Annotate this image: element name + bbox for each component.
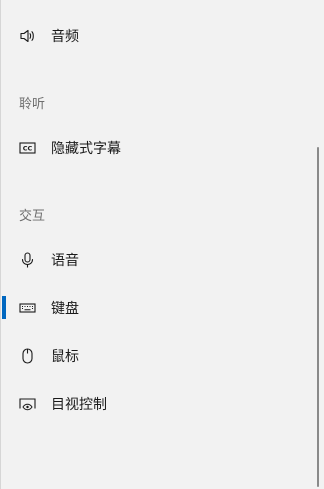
- nav-item-keyboard[interactable]: 键盘: [2, 286, 320, 330]
- section-header-listening: 聆听: [19, 97, 46, 112]
- section-header-interaction: 交互: [19, 209, 46, 224]
- nav-item-eye-control[interactable]: 目视控制: [2, 382, 320, 426]
- closed-captions-icon: CC: [19, 140, 36, 157]
- nav-item-audio[interactable]: 音频: [2, 14, 320, 58]
- nav-item-mouse[interactable]: 鼠标: [2, 334, 320, 378]
- speaker-icon: [19, 28, 36, 45]
- scrollbar[interactable]: [317, 147, 319, 487]
- nav-item-captions[interactable]: CC 隐藏式字幕: [2, 126, 320, 170]
- nav-item-speech-label: 语音: [51, 253, 79, 269]
- nav-item-eye-control-label: 目视控制: [51, 397, 107, 413]
- nav-item-keyboard-label: 键盘: [51, 301, 79, 317]
- keyboard-icon: [19, 300, 36, 317]
- nav-item-speech[interactable]: 语音: [2, 238, 320, 282]
- settings-sidebar: 音频 聆听 CC 隐藏式字幕 交互 语音 键盘 鼠标 目视控制: [0, 0, 324, 489]
- mouse-icon: [19, 348, 36, 365]
- nav-item-captions-label: 隐藏式字幕: [51, 141, 121, 157]
- nav-item-mouse-label: 鼠标: [51, 349, 79, 365]
- nav-item-audio-label: 音频: [51, 29, 79, 45]
- eye-control-icon: [19, 396, 36, 413]
- microphone-icon: [19, 252, 36, 269]
- svg-text:CC: CC: [23, 145, 33, 153]
